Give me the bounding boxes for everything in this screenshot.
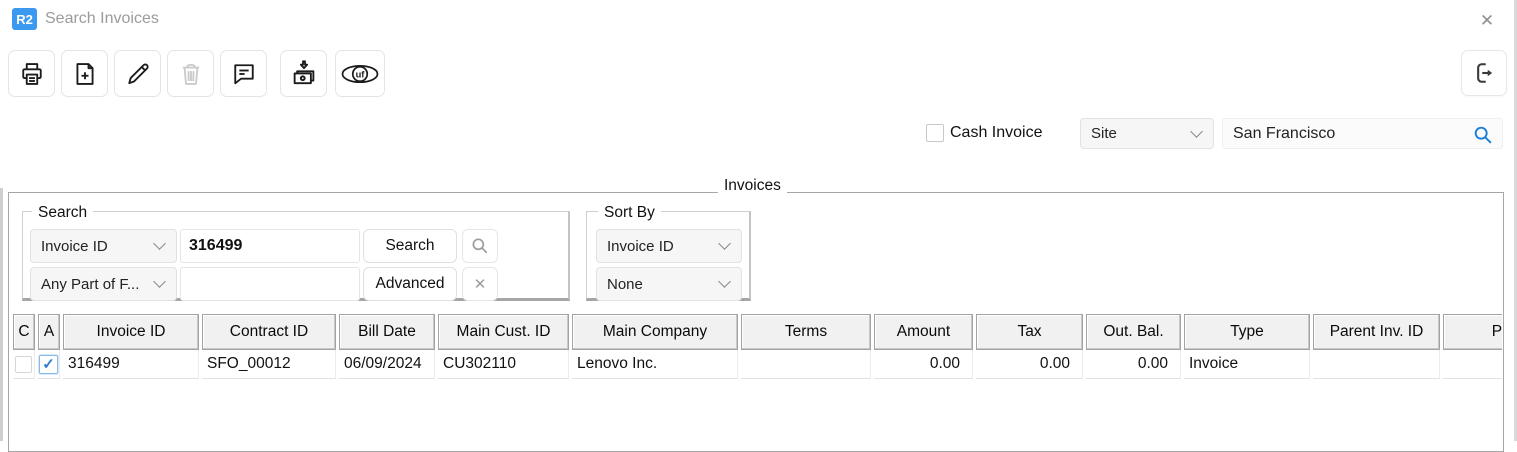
table-row[interactable]: ✓ 316499 SFO_00012 06/09/2024 CU302110 L…: [13, 350, 1502, 379]
col-header-type[interactable]: Type: [1184, 314, 1310, 350]
match-mode-dropdown[interactable]: Any Part of F...: [30, 267, 177, 301]
window-left-edge: [0, 188, 3, 441]
comment-icon: [230, 60, 258, 88]
col-header-invoice-id[interactable]: Invoice ID: [63, 314, 199, 350]
col-header-bill-date[interactable]: Bill Date: [339, 314, 435, 350]
search-value-input[interactable]: 316499: [180, 229, 360, 263]
r2-logo: R2: [12, 8, 37, 30]
cell-main-cust-id: CU302110: [438, 350, 569, 379]
invoices-legend: Invoices: [718, 177, 787, 195]
delete-invoice-button[interactable]: [167, 50, 214, 97]
col-header-a[interactable]: A: [38, 314, 60, 350]
row-a-checkbox[interactable]: ✓: [39, 355, 58, 374]
chevron-down-icon: [718, 237, 731, 250]
cash-invoice-checkbox[interactable]: [926, 124, 944, 142]
cell-main-company: Lenovo Inc.: [572, 350, 738, 379]
col-header-amount[interactable]: Amount: [874, 314, 973, 350]
uf-eye-icon: uf: [340, 60, 380, 88]
site-dropdown[interactable]: Site: [1080, 118, 1214, 149]
cell-po: [1443, 350, 1502, 379]
match-mode-dropdown-value: Any Part of F...: [41, 276, 139, 293]
chevron-down-icon: [718, 275, 731, 288]
cell-parent-inv-id: [1313, 350, 1440, 379]
chevron-down-icon: [1190, 125, 1203, 138]
close-icon[interactable]: ✕: [1474, 9, 1500, 33]
table-header-row: C A Invoice ID Contract ID Bill Date Mai…: [13, 314, 1502, 350]
col-header-po[interactable]: PO: [1443, 314, 1502, 350]
cash-invoice-label: Cash Invoice: [950, 124, 1043, 142]
site-search-input[interactable]: San Francisco: [1222, 118, 1503, 149]
search-field-dropdown[interactable]: Invoice ID: [30, 229, 177, 263]
site-dropdown-value: Site: [1091, 125, 1117, 142]
cell-amount: 0.00: [874, 350, 973, 379]
svg-text:uf: uf: [356, 69, 366, 79]
site-search-value: San Francisco: [1233, 125, 1335, 143]
col-header-contract-id[interactable]: Contract ID: [202, 314, 336, 350]
search-value-text: 316499: [189, 237, 242, 255]
print-button[interactable]: [8, 50, 55, 97]
sort-secondary-value: None: [607, 276, 643, 293]
sort-secondary-dropdown[interactable]: None: [596, 267, 742, 301]
search-field-dropdown-value: Invoice ID: [41, 238, 108, 255]
edit-invoice-button[interactable]: [114, 50, 161, 97]
new-invoice-button[interactable]: [61, 50, 108, 97]
cell-contract-id: SFO_00012: [202, 350, 336, 379]
col-header-tax[interactable]: Tax: [976, 314, 1083, 350]
exit-button[interactable]: [1461, 50, 1507, 96]
pencil-icon: [124, 60, 152, 88]
search-button[interactable]: Search: [363, 229, 457, 263]
search-magnifier-button[interactable]: [462, 229, 498, 263]
search-invoices-window: { "window": { "logo_text": "R2", "title"…: [0, 0, 1517, 441]
sort-primary-dropdown[interactable]: Invoice ID: [596, 229, 742, 263]
sortby-legend: Sort By: [598, 204, 661, 222]
clear-search-button[interactable]: ✕: [462, 267, 498, 301]
notes-button[interactable]: [220, 50, 267, 97]
invoices-table: C A Invoice ID Contract ID Bill Date Mai…: [13, 314, 1502, 379]
uf-view-button[interactable]: uf: [335, 50, 385, 97]
magnifier-icon: [470, 236, 490, 256]
advanced-button[interactable]: Advanced: [363, 267, 457, 301]
printer-icon: [18, 60, 46, 88]
chevron-down-icon: [153, 237, 166, 250]
row-c-checkbox[interactable]: [15, 356, 32, 373]
col-header-main-company[interactable]: Main Company: [572, 314, 738, 350]
col-header-out-bal[interactable]: Out. Bal.: [1086, 314, 1181, 350]
clear-x-icon: ✕: [474, 275, 487, 293]
row-a-cell[interactable]: ✓: [38, 350, 60, 379]
new-document-icon: [71, 60, 99, 88]
cell-out-bal: 0.00: [1086, 350, 1181, 379]
secondary-search-input[interactable]: [180, 267, 360, 301]
row-c-cell[interactable]: [13, 350, 35, 379]
cash-deposit-icon: [289, 59, 319, 89]
cell-invoice-id: 316499: [63, 350, 199, 379]
col-header-terms[interactable]: Terms: [741, 314, 871, 350]
search-legend: Search: [32, 204, 93, 222]
deposit-payment-button[interactable]: [280, 50, 327, 97]
chevron-down-icon: [153, 275, 166, 288]
cell-type: Invoice: [1184, 350, 1310, 379]
sort-primary-value: Invoice ID: [607, 238, 674, 255]
window-title: Search Invoices: [45, 10, 159, 28]
exit-icon: [1470, 59, 1498, 87]
col-header-parent-inv-id[interactable]: Parent Inv. ID: [1313, 314, 1440, 350]
cell-bill-date: 06/09/2024: [339, 350, 435, 379]
col-header-c[interactable]: C: [13, 314, 35, 350]
col-header-main-cust-id[interactable]: Main Cust. ID: [438, 314, 569, 350]
trash-icon: [177, 60, 205, 88]
cell-tax: 0.00: [976, 350, 1083, 379]
cell-terms: [741, 350, 871, 379]
